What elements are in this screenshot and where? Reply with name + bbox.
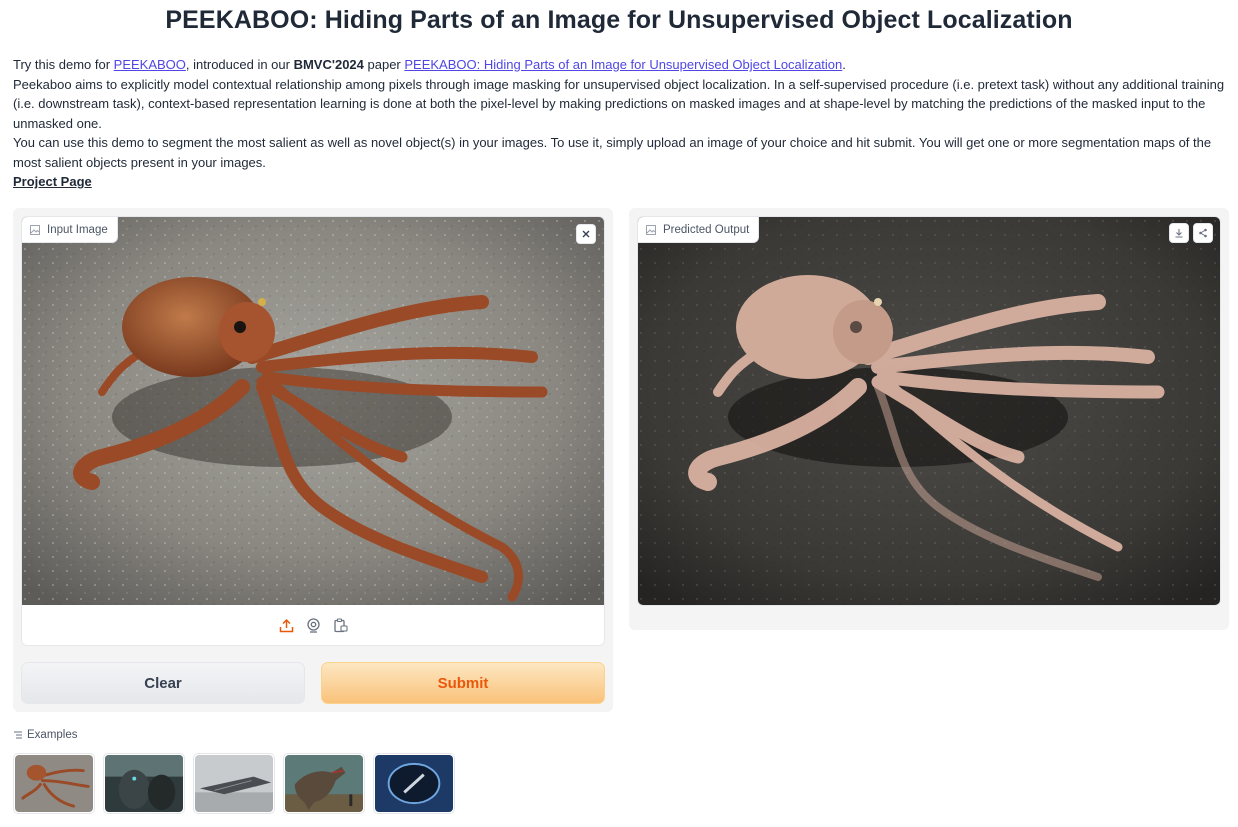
intro-paragraph-2: Peekaboo aims to explicitly model contex… <box>13 76 1225 131</box>
intro-text: . <box>842 57 846 72</box>
input-image-label: Input Image <box>22 217 118 243</box>
input-image-block: Input Image <box>21 216 605 646</box>
share-icon[interactable] <box>1193 223 1213 243</box>
image-icon <box>646 224 656 235</box>
examples-gallery <box>13 753 455 814</box>
list-icon <box>14 731 22 739</box>
example-portal[interactable] <box>373 753 455 814</box>
examples-label: Examples <box>13 729 78 741</box>
example-octopus[interactable] <box>13 753 95 814</box>
input-image[interactable] <box>22 217 604 605</box>
intro-paragraph-3: You can use this demo to segment the mos… <box>13 135 1212 170</box>
venue-text: BMVC'2024 <box>293 57 364 72</box>
clear-button[interactable]: Clear <box>21 662 305 704</box>
peekaboo-link[interactable]: PEEKABOO <box>114 57 186 72</box>
example-monsters[interactable] <box>103 753 185 814</box>
example-dinosaur[interactable] <box>283 753 365 814</box>
intro-line-1: Try this demo for PEEKABOO, introduced i… <box>13 55 1225 75</box>
intro-text: , introduced in our <box>185 57 294 72</box>
output-image-block: Predicted Output <box>637 216 1221 606</box>
output-panel: Predicted Output <box>629 208 1229 630</box>
page-title: PEEKABOO: Hiding Parts of an Image for U… <box>165 6 1073 34</box>
download-icon[interactable] <box>1169 223 1189 243</box>
image-icon <box>30 224 40 235</box>
upload-icon[interactable] <box>278 617 295 634</box>
example-spaceship[interactable] <box>193 753 275 814</box>
close-icon[interactable] <box>576 224 596 244</box>
webcam-icon[interactable] <box>305 617 322 634</box>
upload-toolbar <box>22 605 604 645</box>
intro-text: Try this demo for <box>13 57 114 72</box>
paper-link[interactable]: PEEKABOO: Hiding Parts of an Image for U… <box>404 57 842 72</box>
output-image <box>638 217 1220 605</box>
submit-button[interactable]: Submit <box>321 662 605 704</box>
clipboard-icon[interactable] <box>332 617 349 634</box>
input-panel: Input Image Clear Submit <box>13 208 613 712</box>
project-page-link[interactable]: Project Page <box>13 174 92 189</box>
examples-label-text: Examples <box>27 729 78 741</box>
input-label-text: Input Image <box>47 223 108 236</box>
output-label-text: Predicted Output <box>663 223 750 236</box>
intro-text: paper <box>363 57 405 72</box>
intro-description: Try this demo for PEEKABOO, introduced i… <box>13 55 1225 192</box>
output-image-label: Predicted Output <box>638 217 760 243</box>
